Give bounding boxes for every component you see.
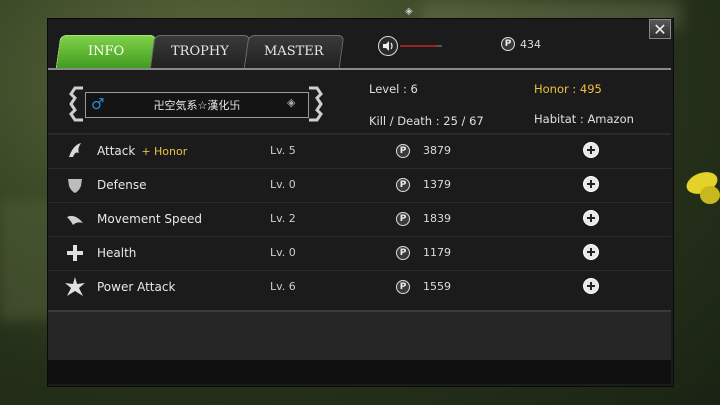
skill-cost: 1379 bbox=[423, 178, 451, 191]
close-button[interactable]: ✕ bbox=[649, 19, 671, 39]
bottom-strip bbox=[48, 360, 671, 384]
skill-cost: 3879 bbox=[423, 144, 451, 157]
upgrade-plus-button[interactable] bbox=[583, 278, 599, 294]
points-display: P 434 bbox=[501, 37, 541, 51]
kill-death-stat: Kill / Death : 25 / 67 bbox=[369, 114, 484, 128]
male-gender-icon: ♂ bbox=[91, 95, 105, 113]
skill-cost: 1559 bbox=[423, 280, 451, 293]
skill-row-power-attack: Power Attack Lv. 6 P 1559 bbox=[48, 271, 671, 303]
skill-row-health: Health Lv. 0 P 1179 bbox=[48, 237, 671, 269]
point-coin-icon: P bbox=[396, 212, 410, 226]
points-value: 434 bbox=[520, 37, 541, 51]
name-marker-icon: ◈ bbox=[287, 96, 296, 109]
skill-name: Defense bbox=[97, 178, 147, 192]
point-coin-icon: P bbox=[396, 280, 410, 294]
volume-slider[interactable] bbox=[400, 45, 442, 47]
skill-row-movement-speed: Movement Speed Lv. 2 P 1839 bbox=[48, 203, 671, 235]
name-plate: ♂ 卍空気系☆漢化卐 ◈ bbox=[67, 86, 325, 122]
skill-level: Lv. 0 bbox=[270, 246, 296, 259]
upgrade-plus-button[interactable] bbox=[583, 176, 599, 192]
skill-cost: 1839 bbox=[423, 212, 451, 225]
habitat-stat: Habitat : Amazon bbox=[534, 112, 634, 126]
cross-icon bbox=[67, 245, 83, 261]
top-marker-icon: ◈ bbox=[405, 6, 413, 17]
upgrade-plus-button[interactable] bbox=[583, 142, 599, 158]
skill-name: Power Attack bbox=[97, 280, 176, 294]
point-coin-icon: P bbox=[501, 37, 515, 51]
tab-master[interactable]: MASTER bbox=[243, 35, 345, 69]
skill-name: Movement Speed bbox=[97, 212, 202, 226]
skill-name: Health bbox=[97, 246, 137, 260]
point-coin-icon: P bbox=[396, 144, 410, 158]
speaker-icon[interactable] bbox=[378, 36, 398, 56]
tab-trophy[interactable]: TROPHY bbox=[149, 35, 251, 69]
honor-bonus-label: + Honor bbox=[141, 145, 188, 158]
point-coin-icon: P bbox=[396, 246, 410, 260]
skill-row-attack: Attack + Honor Lv. 5 P 3879 bbox=[48, 135, 671, 167]
burst-icon bbox=[65, 277, 85, 296]
skill-level: Lv. 5 bbox=[270, 144, 296, 157]
skill-row-defense: Defense Lv. 0 P 1379 bbox=[48, 169, 671, 201]
honor-stat: Honor : 495 bbox=[534, 82, 602, 96]
right-bracket-ornament bbox=[309, 86, 323, 122]
skill-cost: 1179 bbox=[423, 246, 451, 259]
point-coin-icon: P bbox=[396, 178, 410, 192]
upgrade-plus-button[interactable] bbox=[583, 210, 599, 226]
shield-icon bbox=[68, 179, 82, 193]
skill-level: Lv. 0 bbox=[270, 178, 296, 191]
wing-icon bbox=[67, 215, 83, 225]
yellow-leaf-decoration bbox=[686, 172, 720, 204]
character-name: 卍空気系☆漢化卐 bbox=[153, 99, 241, 112]
skill-level: Lv. 6 bbox=[270, 280, 296, 293]
description-area bbox=[48, 310, 671, 362]
tab-underline bbox=[48, 68, 671, 70]
claw-icon bbox=[69, 143, 81, 157]
upgrade-plus-button[interactable] bbox=[583, 244, 599, 260]
skill-name: Attack bbox=[97, 144, 136, 158]
tab-info[interactable]: INFO bbox=[55, 35, 157, 69]
skill-level: Lv. 2 bbox=[270, 212, 296, 225]
level-stat: Level : 6 bbox=[369, 82, 418, 96]
